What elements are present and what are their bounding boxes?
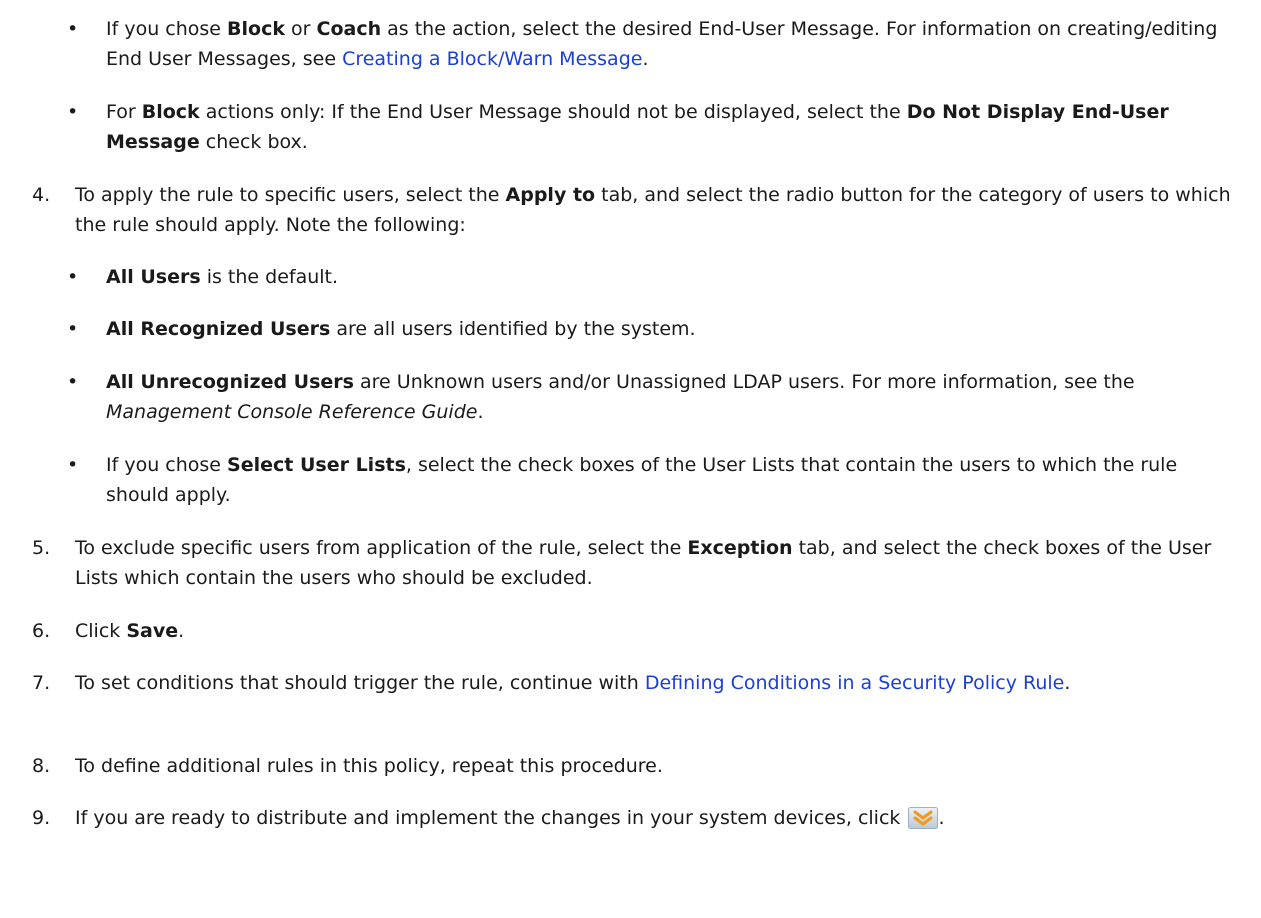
step7-text: To set conditions that should trigger th… (75, 672, 1071, 694)
step5-text: To exclude specific users from applicati… (75, 537, 1212, 589)
bullet-marker: • (67, 18, 79, 40)
step8-text: To define additional rules in this polic… (75, 755, 663, 777)
deploy-changes-icon[interactable] (908, 807, 939, 829)
step-7: 7. To set conditions that should trigger… (0, 668, 1241, 698)
bullet-marker: • (67, 454, 79, 476)
step3-bullet-do-not-display-text: For Block actions only: If the End User … (106, 101, 1169, 153)
step-4: 4. To apply the rule to specific users, … (0, 180, 1241, 240)
list-item: • All Users is the default. (0, 262, 1241, 292)
step-number: 7. (32, 672, 51, 694)
step-number: 6. (32, 620, 51, 642)
step-8: 8. To define additional rules in this po… (0, 751, 1241, 781)
step-5: 5. To exclude specific users from applic… (0, 533, 1241, 593)
bullet-marker: • (67, 371, 79, 393)
list-item: • If you chose Select User Lists, select… (0, 450, 1241, 510)
step6-text: Click Save. (75, 620, 185, 642)
step-number: 4. (32, 184, 51, 206)
step-number: 5. (32, 537, 51, 559)
step-6: 6. Click Save. (0, 616, 1241, 646)
bullet-marker: • (67, 101, 79, 123)
step-9: 9. If you are ready to distribute and im… (0, 803, 1241, 833)
list-item: • All Unrecognized Users are Unknown use… (0, 367, 1241, 427)
document-page: • If you chose Block or Coach as the act… (0, 0, 1261, 918)
all-users-bullet-text: All Users is the default. (106, 266, 339, 288)
defining-conditions-link[interactable]: Defining Conditions in a Security Policy… (645, 672, 1065, 694)
step-number: 9. (32, 807, 51, 829)
all-recognized-users-bullet-text: All Recognized Users are all users ident… (106, 318, 696, 340)
select-user-lists-bullet-text: If you chose Select User Lists, select t… (106, 454, 1178, 506)
step-number: 8. (32, 755, 51, 777)
all-unrecognized-users-bullet-text: All Unrecognized Users are Unknown users… (106, 371, 1135, 423)
step9-text: If you are ready to distribute and imple… (75, 807, 945, 829)
step4-text: To apply the rule to specific users, sel… (75, 184, 1231, 236)
list-item: • All Recognized Users are all users ide… (0, 314, 1241, 344)
step3-bullet-message-text: If you chose Block or Coach as the actio… (106, 18, 1218, 70)
bullet-marker: • (67, 318, 79, 340)
bullet-marker: • (67, 266, 79, 288)
list-item: • For Block actions only: If the End Use… (0, 97, 1241, 157)
reference-guide-title: Management Console Reference Guide (106, 401, 478, 423)
creating-block-warn-message-link[interactable]: Creating a Block/Warn Message (342, 48, 642, 70)
list-item: • If you chose Block or Coach as the act… (0, 14, 1241, 74)
